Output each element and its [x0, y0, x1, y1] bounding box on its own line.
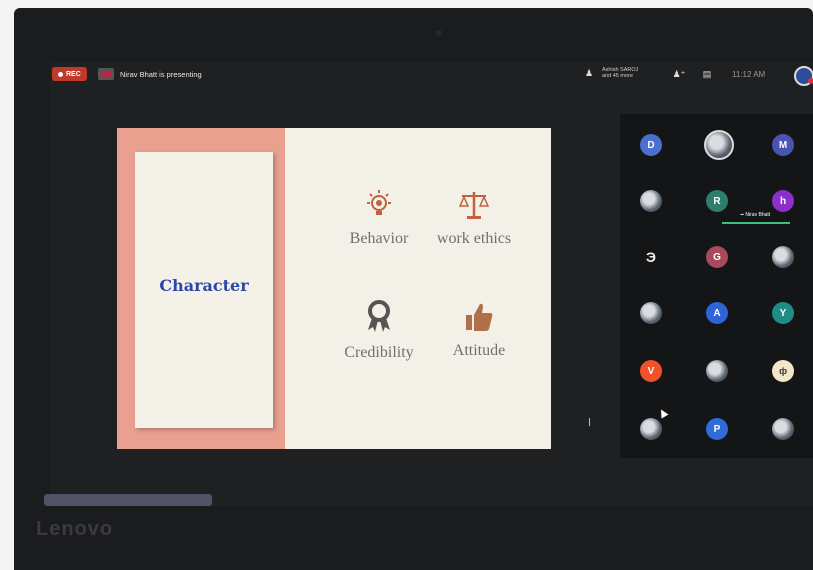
participant-grid: D M R h Э G A Y V ф P: [620, 114, 813, 458]
behavior-label: Behavior: [349, 230, 409, 247]
presentation-icon: [98, 68, 114, 80]
laptop-bezel: REC Nirav Bhatt is presenting ♟ Ashish S…: [14, 8, 813, 570]
participants-text: Ashish SAROJ and 45 more: [602, 67, 639, 79]
scales-icon: [458, 192, 490, 219]
participant-tile[interactable]: [640, 190, 662, 212]
participant-tile[interactable]: ф: [772, 360, 794, 382]
participant-tile[interactable]: A: [706, 302, 728, 324]
participant-initial: R: [713, 195, 721, 207]
participant-initial: D: [647, 139, 655, 151]
participant-tile[interactable]: M: [772, 134, 794, 156]
participant-tile[interactable]: [706, 360, 728, 382]
speaker-tile[interactable]: [704, 130, 734, 160]
participant-tile[interactable]: [640, 418, 662, 440]
behavior-item: Behavior: [329, 188, 429, 248]
meeting-top-bar: REC Nirav Bhatt is presenting ♟ Ashish S…: [50, 62, 813, 88]
participant-tile[interactable]: [772, 246, 794, 268]
slide-accent-panel: Character: [117, 128, 285, 449]
participant-tile[interactable]: [772, 418, 794, 440]
thumbs-up-icon: [466, 303, 493, 331]
presenting-text: Nirav Bhatt is presenting: [120, 70, 202, 79]
record-dot-icon: [58, 71, 63, 77]
work-ethics-label: work ethics: [436, 230, 512, 247]
credibility-label: Credibility: [344, 344, 414, 361]
participants-summary[interactable]: ♟ Ashish SAROJ and 45 more: [585, 67, 642, 79]
participant-tile[interactable]: Э: [640, 246, 662, 268]
participant-tile[interactable]: [640, 302, 662, 324]
mouse-cursor: [589, 418, 594, 426]
participant-tile[interactable]: V: [640, 360, 662, 382]
rec-label: REC: [66, 70, 81, 78]
participant-initial: G: [713, 251, 721, 263]
presentation-slide: Character Behavior work ethics Credibili…: [117, 128, 590, 449]
participant-initial: P: [713, 423, 721, 435]
clock: 11:12 AM: [732, 70, 766, 79]
participant-initial: V: [647, 365, 655, 377]
attitude-label: Attitude: [452, 342, 506, 359]
work-ethics-item: work ethics: [419, 188, 529, 248]
participant-tile[interactable]: P: [706, 418, 728, 440]
laptop-brand-logo: Lenovo: [36, 518, 114, 540]
webcam: [436, 30, 442, 36]
attitude-item: Attitude: [439, 300, 519, 360]
speaking-indicator: [722, 222, 790, 224]
slide-title: Character: [159, 275, 249, 295]
character-card: Character: [135, 152, 273, 428]
speaker-name: Nirav Bhatt: [745, 212, 771, 218]
notification-badge: [808, 78, 813, 84]
participant-initial: Y: [779, 307, 787, 319]
taskbar-reflection: [44, 494, 212, 506]
participant-tile[interactable]: Y: [772, 302, 794, 324]
participant-tile[interactable]: G: [706, 246, 728, 268]
people-icon: ♟: [585, 68, 594, 78]
participant-initial: h: [779, 195, 787, 207]
chat-icon[interactable]: ▤: [698, 67, 716, 81]
people-plus-icon[interactable]: ♟⁺: [670, 67, 688, 81]
award-ribbon-icon: [368, 300, 390, 332]
recording-badge: REC: [52, 67, 87, 81]
participant-initial: M: [778, 139, 788, 151]
participant-tile[interactable]: h: [772, 190, 794, 212]
credibility-item: Credibility: [329, 298, 429, 362]
speaker-name-label: ➞ Nirav Bhatt: [739, 212, 771, 218]
lightbulb-icon: [367, 190, 391, 215]
meeting-screen: REC Nirav Bhatt is presenting ♟ Ashish S…: [50, 62, 813, 506]
participant-tile[interactable]: D: [640, 134, 662, 156]
participant-initial: A: [713, 307, 721, 319]
participant-tile[interactable]: R: [706, 190, 728, 212]
